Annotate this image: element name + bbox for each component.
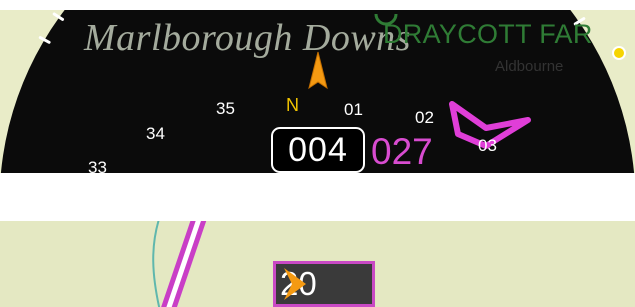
speed-indicator[interactable]: 20 (273, 261, 375, 307)
heading-readout: 004 (271, 127, 365, 173)
track-readout: 027 (371, 131, 433, 172)
map-panel-bottom[interactable]: 20 (0, 221, 635, 307)
compass-label-03: 03 (478, 136, 497, 155)
map-panel-top[interactable]: Marlborough Downs DRAYCOTT FAR Aldbourne… (0, 10, 635, 173)
town-name-label: Aldbourne (495, 58, 564, 75)
area-name-label: Marlborough Downs (84, 17, 411, 59)
compass-label-02: 02 (415, 108, 434, 127)
chevron-right-icon (284, 268, 306, 300)
course-line-inner (166, 221, 201, 307)
compass-label-33: 33 (88, 158, 107, 173)
river-line (152, 221, 161, 307)
compass-label-35: 35 (216, 99, 235, 118)
town-dot-icon (612, 46, 626, 60)
airfield-name-label[interactable]: DRAYCOTT FAR (383, 19, 593, 50)
compass-label-34: 34 (146, 124, 165, 143)
compass-label-01: 01 (344, 100, 363, 119)
compass-north-label: N (286, 95, 299, 115)
